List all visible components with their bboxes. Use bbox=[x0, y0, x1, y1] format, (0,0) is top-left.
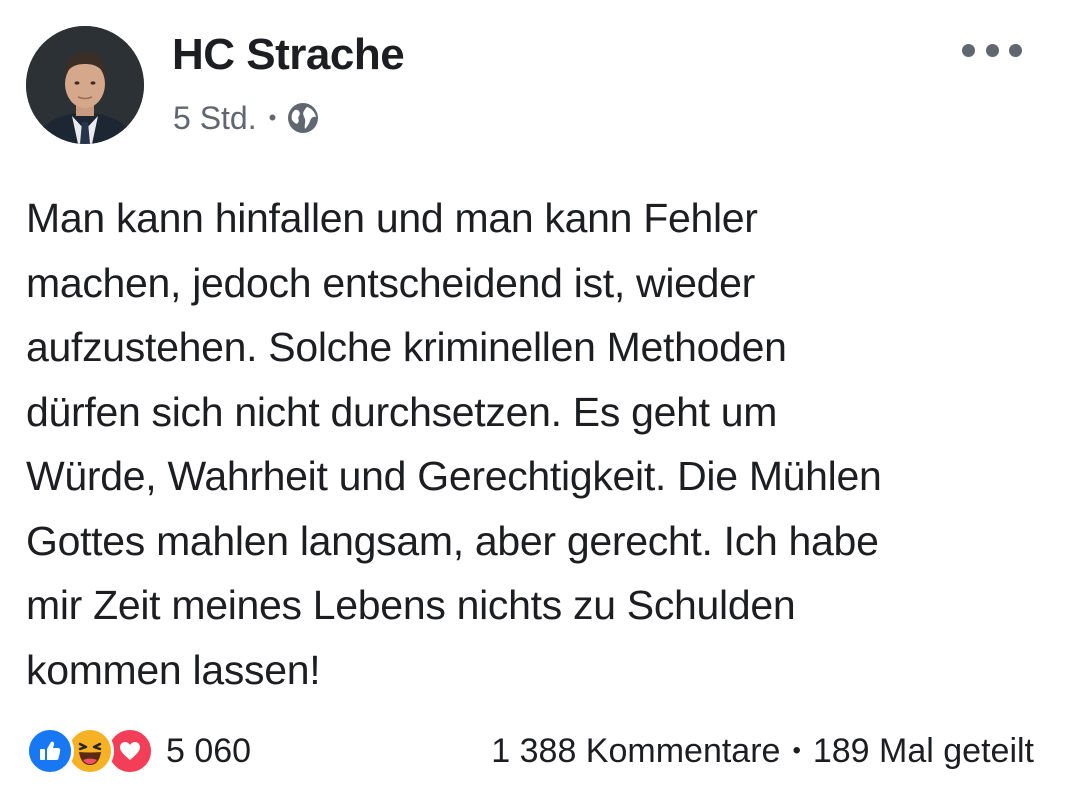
engagement-stats: 1 388 Kommentare • 189 Mal geteilt bbox=[491, 724, 1034, 778]
post-text-line: kommen lassen! bbox=[26, 646, 321, 693]
post-timestamp[interactable]: 5 Std. bbox=[173, 100, 257, 137]
post-text-line: Gottes mahlen langsam, aber gerecht. Ich… bbox=[26, 517, 879, 564]
post-text-line: Würde, Wahrheit und Gerechtigkeit. Die M… bbox=[26, 453, 882, 499]
meta-separator: • bbox=[268, 105, 277, 130]
post-meta: 5 Std. • bbox=[173, 98, 320, 138]
reactions-summary[interactable]: 5 060 bbox=[26, 724, 251, 778]
post-text-line: aufzustehen. Solche kriminellen Methoden bbox=[26, 324, 787, 370]
post-text-line: mir Zeit meines Lebens nichts zu Schulde… bbox=[26, 582, 796, 628]
comments-count-link[interactable]: 1 388 Kommentare bbox=[491, 732, 780, 771]
post-text-line: Man kann hinfallen und man kann Fehler bbox=[26, 195, 758, 241]
more-horizontal-icon-dot bbox=[1009, 43, 1022, 57]
globe-icon bbox=[286, 101, 320, 135]
reaction-count: 5 060 bbox=[166, 731, 252, 770]
post-text: Man kann hinfallen und man kann Fehler m… bbox=[26, 186, 1046, 702]
author-name[interactable]: HC Strache bbox=[172, 30, 405, 80]
post-text-line: machen, jedoch entscheidend ist, wieder bbox=[26, 259, 756, 306]
post-text-line: dürfen sich nicht durchsetzen. Es geht u… bbox=[26, 388, 778, 435]
post-footer: 5 060 1 388 Kommentare • 189 Mal geteilt bbox=[26, 724, 1046, 778]
more-horizontal-icon-dot bbox=[985, 43, 999, 57]
like-icon bbox=[26, 727, 74, 775]
avatar[interactable] bbox=[26, 26, 144, 144]
avatar-image bbox=[26, 26, 144, 144]
stats-separator: • bbox=[792, 737, 801, 764]
more-options-button[interactable] bbox=[962, 36, 1022, 64]
facebook-post: HC Strache 5 Std. • Man kann hinfallen u… bbox=[0, 0, 1071, 803]
post-header: HC Strache 5 Std. • bbox=[26, 26, 1046, 146]
more-horizontal-icon bbox=[962, 43, 975, 57]
shares-count-link[interactable]: 189 Mal geteilt bbox=[813, 732, 1034, 771]
